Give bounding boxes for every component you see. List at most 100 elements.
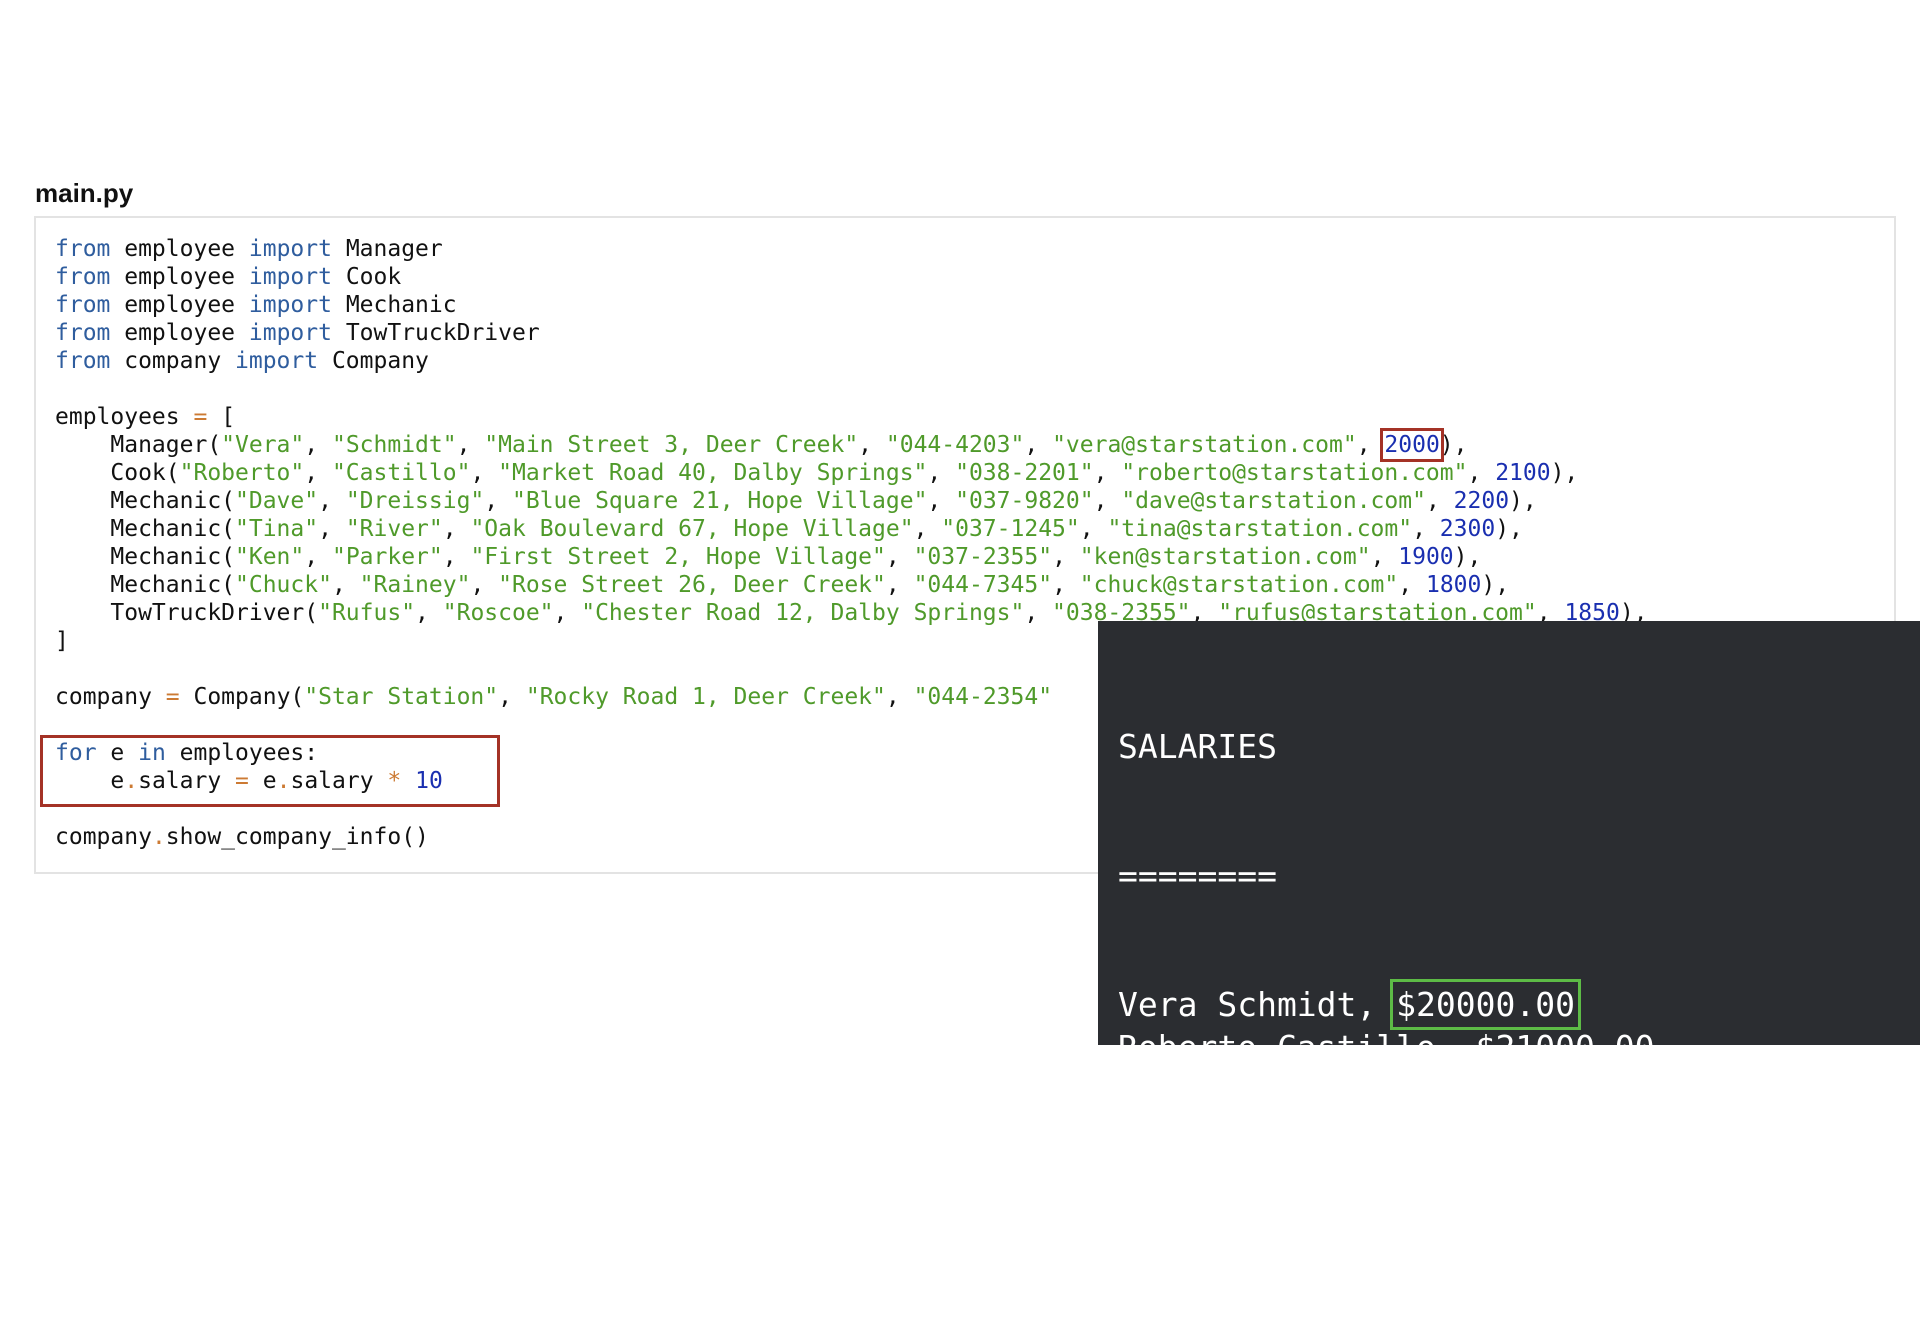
keyword-from: from	[55, 320, 111, 346]
employee-name: Roberto Castillo,	[1118, 1028, 1476, 1067]
string-arg: "tina@starstation.com"	[1107, 516, 1413, 542]
operator: =	[193, 404, 208, 430]
salary-row: Dave Dreissig, $22000.00	[1118, 1069, 1920, 1112]
code-token: ,	[927, 460, 956, 486]
string-arg: "dave@starstation.com"	[1121, 488, 1426, 514]
keyword-import: import	[248, 264, 332, 290]
string-arg: "Ken"	[235, 544, 305, 570]
employee-name: Tina River,	[1118, 1114, 1357, 1153]
salary-amount: $18500.00	[1396, 1243, 1575, 1282]
string-arg: "Schmidt"	[331, 432, 457, 458]
loop-highlight-box	[40, 735, 500, 807]
string-arg: "044-2354"	[913, 684, 1053, 710]
string-arg: "Star Station"	[304, 684, 499, 710]
employee-line: Cook("Roberto", "Castillo", "Market Road…	[55, 459, 1648, 487]
highlighted-amount: $20000.00	[1390, 979, 1581, 1030]
code-token: [	[207, 404, 236, 430]
string-arg: "Chuck"	[235, 572, 332, 598]
code-token: ,	[304, 544, 332, 570]
code-token: ,	[1052, 544, 1080, 570]
code-token: ),	[1481, 572, 1510, 598]
code-token: ,	[456, 432, 485, 458]
terminal-title: SALARIES	[1118, 727, 1277, 766]
highlighted-salary: 2000	[1380, 428, 1444, 462]
operator: =	[165, 684, 180, 710]
string-arg: "Castillo"	[331, 460, 471, 486]
string-arg: "Roscoe"	[442, 600, 554, 626]
keyword-from: from	[55, 236, 111, 262]
code-token: ,	[553, 600, 582, 626]
string-arg: "Roberto"	[179, 460, 305, 486]
string-arg: "Rufus"	[318, 600, 416, 626]
code-token: ,	[304, 432, 332, 458]
string-arg: "Chester Road 12, Dalby Springs"	[581, 600, 1025, 626]
code-token: ,	[1079, 516, 1108, 542]
terminal-output: SALARIES ======== Vera Schmidt, $20000.0…	[1098, 621, 1920, 1282]
code-token: ,	[304, 460, 332, 486]
keyword-import: import	[248, 236, 332, 262]
code-token: ,	[1093, 488, 1122, 514]
salary-number: 1900	[1398, 544, 1454, 570]
salary-row: Vera Schmidt, $20000.00	[1118, 979, 1920, 1030]
string-arg: "Oak Boulevard 67, Hope Village"	[470, 516, 914, 542]
salary-row: Roberto Castillo, $21000.00	[1118, 1026, 1920, 1069]
class-call: Manager(	[55, 432, 222, 458]
code-token: ,	[484, 488, 512, 514]
string-arg: "037-2355"	[913, 544, 1053, 570]
employees-decl-line: employees = [	[55, 403, 1648, 431]
method-call: show_company_info()	[165, 824, 429, 850]
code-token: ),	[1550, 460, 1579, 486]
string-arg: "Dave"	[235, 488, 319, 514]
import-line: from employee import TowTruckDriver	[55, 319, 1648, 347]
string-arg: "chuck@starstation.com"	[1079, 572, 1399, 598]
keyword-import: import	[248, 320, 332, 346]
code-token: ),	[1439, 432, 1468, 458]
import-line: from employee import Cook	[55, 263, 1648, 291]
imported-name: Cook	[331, 264, 402, 290]
employee-name: Dave Dreissig,	[1118, 1071, 1417, 1110]
import-line: from employee import Manager	[55, 235, 1648, 263]
code-token: ,	[318, 516, 346, 542]
employee-line: Mechanic("Ken", "Parker", "First Street …	[55, 543, 1648, 571]
salary-number: 2100	[1495, 460, 1551, 486]
imported-name: TowTruckDriver	[331, 320, 540, 346]
import-line: from employee import Mechanic	[55, 291, 1648, 319]
string-arg: "Main Street 3, Deer Creek"	[484, 432, 859, 458]
code-token: employee	[110, 320, 249, 346]
employee-name: Rufus Roscoe,	[1118, 1243, 1397, 1282]
string-arg: "Rose Street 26, Deer Creek"	[498, 572, 886, 598]
code-token: ,	[1467, 460, 1496, 486]
code-token: employee	[110, 292, 249, 318]
terminal-rule: ========	[1118, 856, 1277, 895]
employee-line: Mechanic("Dave", "Dreissig", "Blue Squar…	[55, 487, 1648, 515]
salary-number: 2300	[1439, 516, 1496, 542]
string-arg: "Dreissig"	[345, 488, 485, 514]
variable-name: employees	[55, 404, 194, 430]
terminal-rows: Vera Schmidt, $20000.00 Roberto Castillo,…	[1118, 979, 1920, 1284]
string-arg: "Rainey"	[359, 572, 471, 598]
code-token: ,	[1412, 516, 1440, 542]
code-token: ,	[470, 460, 499, 486]
code-token: ]	[55, 628, 69, 654]
dot: .	[151, 824, 166, 850]
code-token: ,	[470, 572, 499, 598]
string-arg: "037-9820"	[955, 488, 1094, 514]
class-call: Cook(	[55, 460, 180, 486]
string-arg: "Parker"	[331, 544, 443, 570]
code-token: ,	[1024, 600, 1053, 626]
code-token: ,	[1370, 544, 1399, 570]
string-arg: "Vera"	[221, 432, 305, 458]
string-arg: "044-4203"	[885, 432, 1025, 458]
class-call: Mechanic(	[55, 544, 236, 570]
code-token: ,	[1398, 572, 1426, 598]
salary-amount: $19000.00	[1356, 1157, 1536, 1196]
code-token: ,	[1024, 432, 1053, 458]
string-arg: "First Street 2, Hope Village"	[470, 544, 886, 570]
keyword-import: import	[248, 292, 332, 318]
code-token: company	[55, 824, 152, 850]
string-arg: "Rocky Road 1, Deer Creek"	[525, 684, 886, 710]
class-call: Mechanic(	[55, 516, 236, 542]
salary-number: 1800	[1425, 572, 1482, 598]
string-arg: "vera@starstation.com"	[1052, 432, 1357, 458]
